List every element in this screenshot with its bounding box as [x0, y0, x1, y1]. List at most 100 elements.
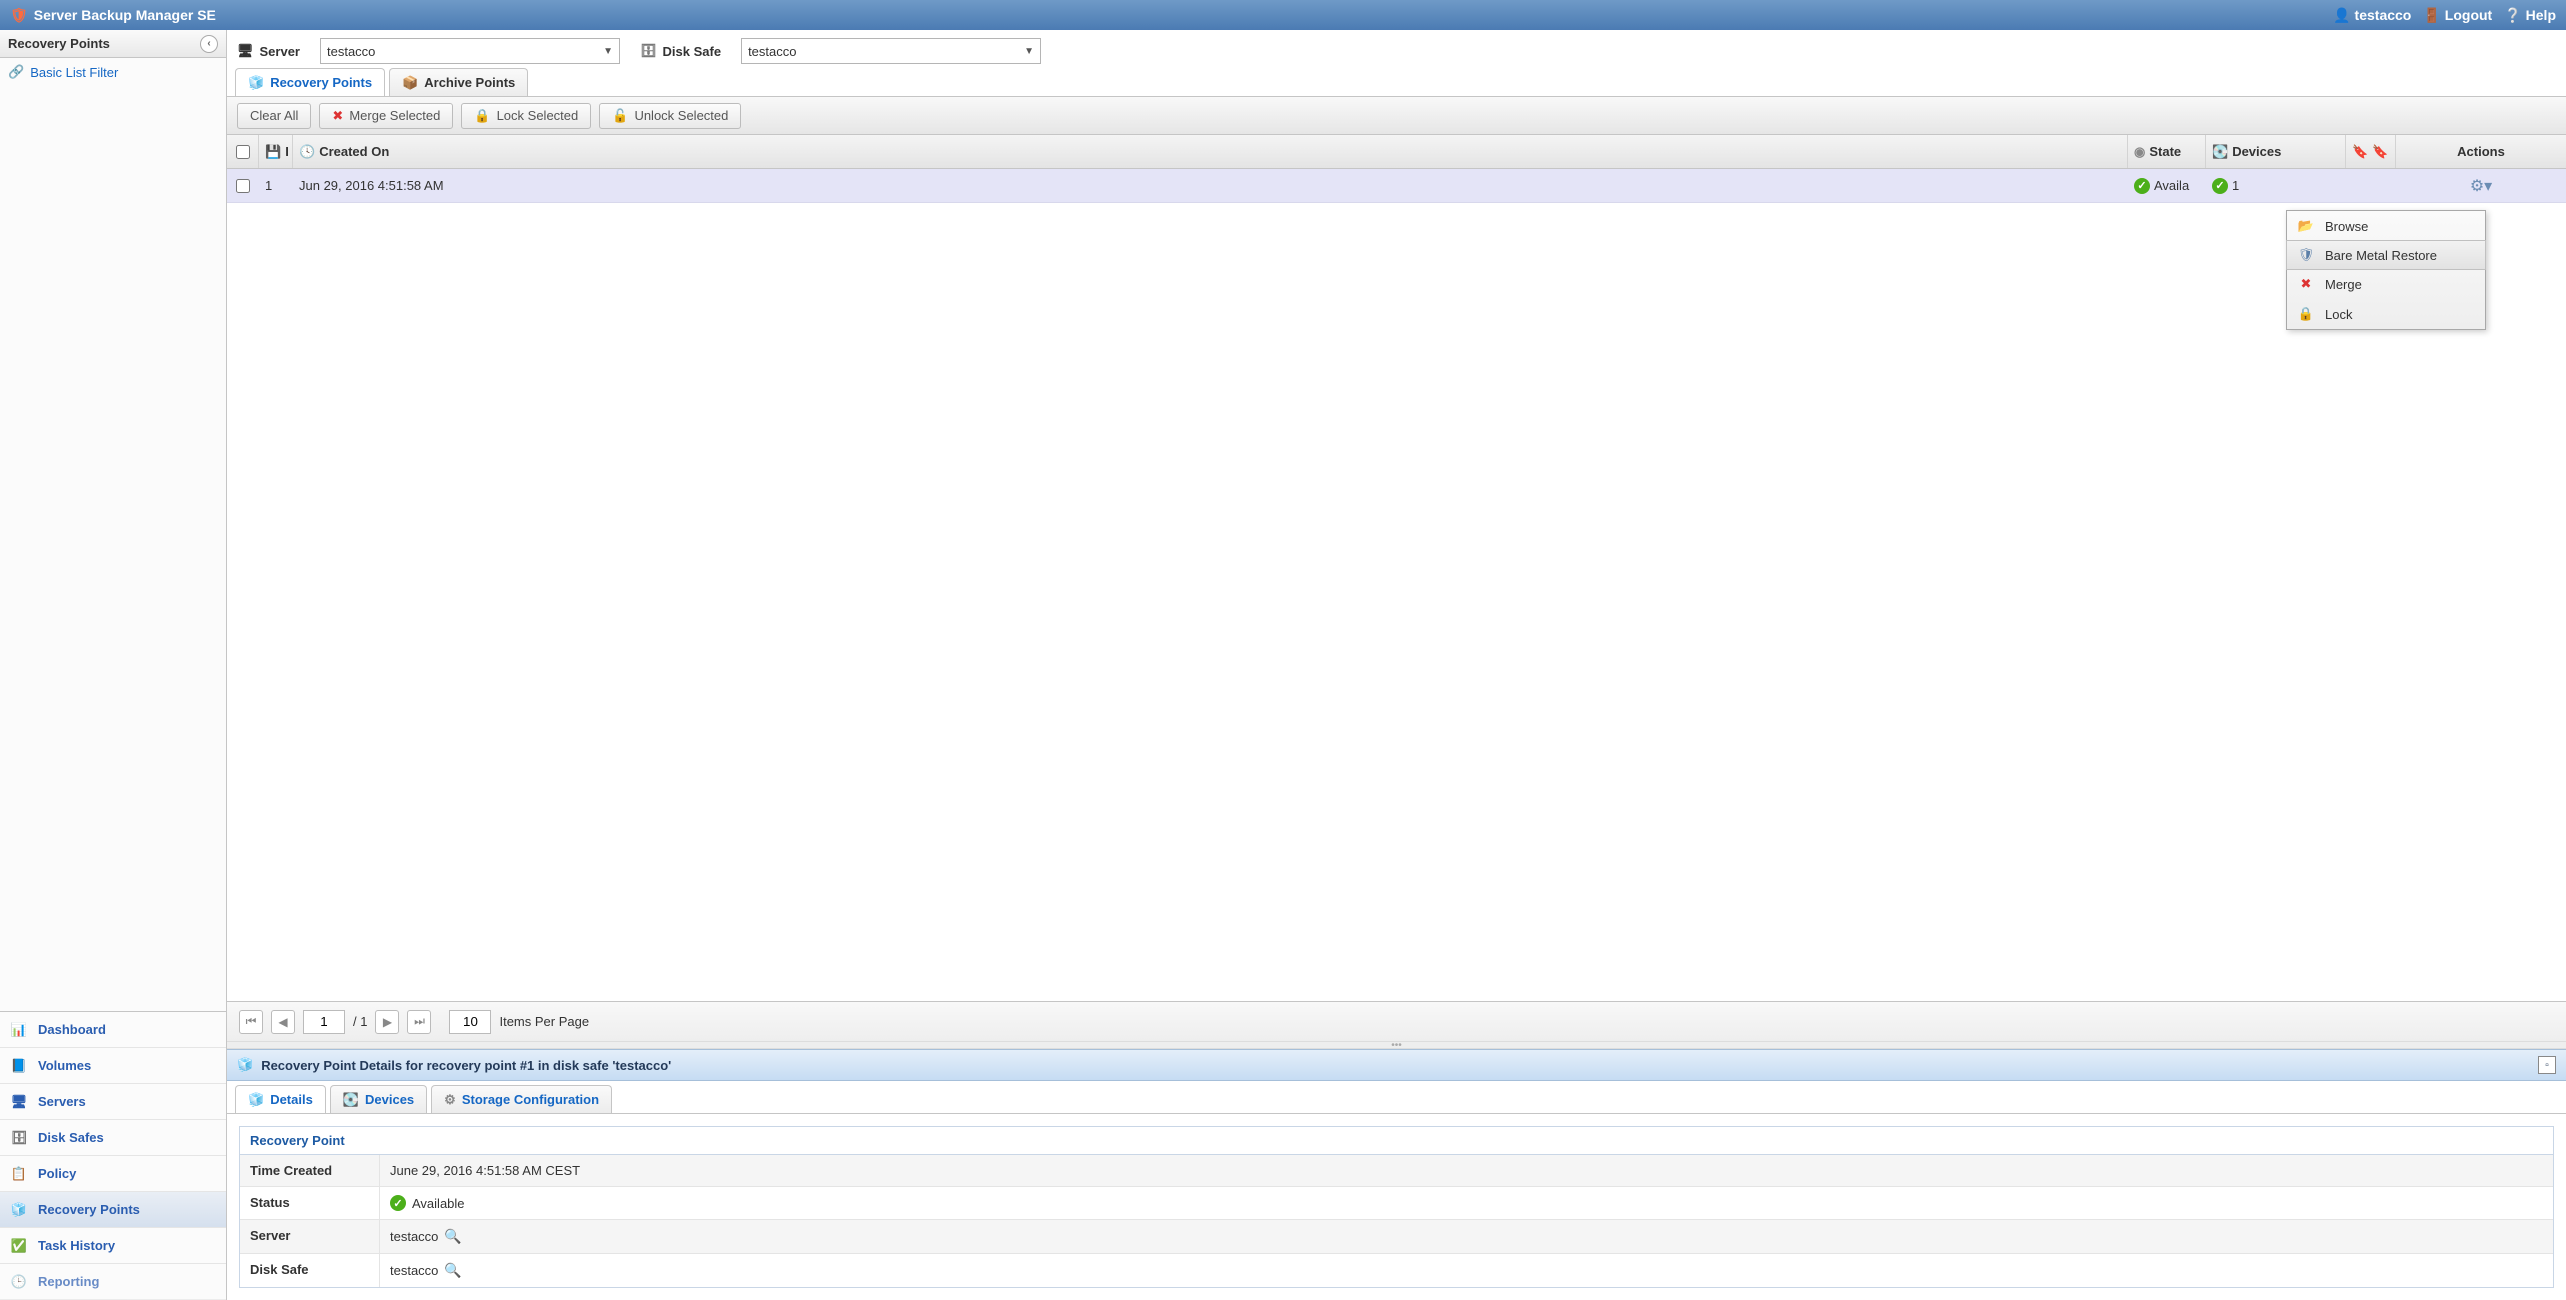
basic-list-filter-link[interactable]: 🔗 Basic List Filter: [0, 58, 226, 86]
col-state[interactable]: State: [2149, 144, 2181, 159]
state-icon: ◉: [2134, 144, 2145, 160]
row-created: Jun 29, 2016 4:51:58 AM: [299, 178, 444, 193]
nav-servers[interactable]: 🖥Servers: [0, 1084, 226, 1120]
book-icon: 📘: [8, 1055, 30, 1077]
select-all-checkbox[interactable]: [236, 145, 250, 159]
sidebar-nav: 📊Dashboard 📘Volumes 🖥Servers 🗄Disk Safes…: [0, 1011, 226, 1300]
flag2-icon: 🔖: [2372, 144, 2388, 160]
disk-icon: 💾: [265, 144, 281, 160]
row-devices: 1: [2232, 178, 2239, 193]
nav-policy[interactable]: 📋Policy: [0, 1156, 226, 1192]
browse-icon: 📂: [2297, 218, 2315, 234]
safe-icon: 🗄: [8, 1127, 30, 1149]
unlock-icon: 🔓: [612, 108, 628, 124]
tab-details[interactable]: 🧊Details: [235, 1085, 326, 1113]
clipboard-icon: 📋: [8, 1163, 30, 1185]
logout-link[interactable]: 🚪Logout: [2423, 7, 2492, 24]
server-small-icon: 🖥: [237, 43, 254, 59]
row-index: 1: [265, 178, 272, 193]
detail-row-disksafe: Disk Safe testacco🔍: [240, 1254, 2553, 1287]
grid-body: 1 Jun 29, 2016 4:51:58 AM ✓Availa ✓1 ⚙▾: [227, 169, 2566, 1001]
context-lock[interactable]: 🔒Lock: [2287, 299, 2485, 329]
grid-row[interactable]: 1 Jun 29, 2016 4:51:58 AM ✓Availa ✓1 ⚙▾: [227, 169, 2566, 203]
lock-selected-button[interactable]: 🔒Lock Selected: [461, 103, 591, 129]
toolbar: Clear All ✖Merge Selected 🔒Lock Selected…: [227, 97, 2566, 135]
app-title: Server Backup Manager SE: [34, 7, 216, 23]
detail-tabs: 🧊Details 💽Devices ⚙Storage Configuration: [227, 1081, 2566, 1114]
details-panel: Recovery Point Time Created June 29, 201…: [227, 1114, 2566, 1300]
nav-recovery-points[interactable]: 🧊Recovery Points: [0, 1192, 226, 1228]
nav-task-history[interactable]: ✅Task History: [0, 1228, 226, 1264]
magnifier-icon[interactable]: 🔍: [444, 1228, 461, 1245]
lock-icon: 🔒: [474, 108, 490, 124]
nav-reporting[interactable]: 🕒Reporting: [0, 1264, 226, 1300]
next-page-button[interactable]: ▶: [375, 1010, 399, 1034]
row-actions-gear-icon[interactable]: ⚙▾: [2470, 176, 2492, 196]
prev-page-button[interactable]: ◀: [271, 1010, 295, 1034]
col-devices[interactable]: Devices: [2232, 144, 2281, 159]
server-icon: 🖥: [8, 1091, 30, 1113]
help-link[interactable]: ❔Help: [2504, 7, 2556, 24]
sidebar: Recovery Points ‹ 🔗 Basic List Filter 📊D…: [0, 30, 227, 1300]
merge-icon: ✖: [2297, 276, 2315, 292]
detail-row-server: Server testacco🔍: [240, 1220, 2553, 1254]
gear-icon: ⚙: [444, 1092, 456, 1108]
context-merge[interactable]: ✖Merge: [2287, 269, 2485, 299]
first-page-button[interactable]: ⏮: [239, 1010, 263, 1034]
check-icon: ✓: [2212, 178, 2228, 194]
merge-selected-button[interactable]: ✖Merge Selected: [319, 103, 453, 129]
nav-disksafes[interactable]: 🗄Disk Safes: [0, 1120, 226, 1156]
last-page-button[interactable]: ⏭: [407, 1010, 431, 1034]
row-select-checkbox[interactable]: [236, 179, 250, 193]
disksafe-small-icon: 🗄: [640, 43, 657, 59]
main-tabs: 🧊Recovery Points 📦Archive Points: [227, 68, 2566, 97]
user-icon: 👤: [2333, 7, 2350, 24]
details-heading: Recovery Point: [240, 1127, 2553, 1155]
splitter-handle[interactable]: •••: [227, 1041, 2566, 1049]
disksafe-filter-label: 🗄Disk Safe: [640, 43, 721, 59]
checklist-icon: ✅: [8, 1235, 30, 1257]
door-icon: 🚪: [2423, 7, 2440, 24]
context-browse[interactable]: 📂Browse: [2287, 211, 2485, 241]
devices-icon: 💽: [343, 1092, 359, 1108]
items-per-page-input[interactable]: [449, 1010, 491, 1034]
items-per-page-label: Items Per Page: [499, 1014, 589, 1029]
tab-storage-config[interactable]: ⚙Storage Configuration: [431, 1085, 612, 1113]
restore-icon: 🛡: [2297, 247, 2315, 263]
detail-row-status: Status ✓Available: [240, 1187, 2553, 1220]
server-filter-combo[interactable]: testacco▼: [320, 38, 620, 64]
sidebar-title: Recovery Points: [8, 36, 110, 51]
unlock-selected-button[interactable]: 🔓Unlock Selected: [599, 103, 741, 129]
cubes-icon: 🧊: [8, 1199, 30, 1221]
collapse-sidebar-button[interactable]: ‹: [200, 35, 218, 53]
magnifier-icon[interactable]: 🔍: [444, 1262, 461, 1279]
clear-all-button[interactable]: Clear All: [237, 103, 311, 129]
context-menu: 📂Browse 🛡Bare Metal Restore ✖Merge 🔒Lock: [2286, 210, 2486, 330]
app-header: 🛡 Server Backup Manager SE 👤testacco 🚪Lo…: [0, 0, 2566, 30]
content-area: 🖥Server testacco▼ 🗄Disk Safe testacco▼ 🧊…: [227, 30, 2566, 1300]
archive-icon: 📦: [402, 75, 418, 91]
minimize-panel-button[interactable]: ▫: [2538, 1056, 2556, 1074]
sidebar-header: Recovery Points ‹: [0, 30, 226, 58]
cube-icon: 🧊: [237, 1057, 253, 1073]
page-input[interactable]: [303, 1010, 345, 1034]
cube-icon: 🧊: [248, 1092, 264, 1108]
context-bare-metal-restore[interactable]: 🛡Bare Metal Restore: [2286, 240, 2486, 270]
filter-bar: 🖥Server testacco▼ 🗄Disk Safe testacco▼: [227, 30, 2566, 68]
tab-recovery-points[interactable]: 🧊Recovery Points: [235, 68, 385, 96]
nav-dashboard[interactable]: 📊Dashboard: [0, 1012, 226, 1048]
lock-icon: 🔒: [2297, 306, 2315, 322]
row-state: Availa: [2154, 178, 2189, 193]
user-link[interactable]: 👤testacco: [2333, 7, 2411, 24]
chevron-down-icon: ▼: [1024, 46, 1034, 57]
col-created[interactable]: Created On: [319, 144, 389, 159]
disksafe-filter-combo[interactable]: testacco▼: [741, 38, 1041, 64]
cubes-icon: 🧊: [248, 75, 264, 91]
tab-archive-points[interactable]: 📦Archive Points: [389, 68, 528, 96]
help-icon: ❔: [2504, 7, 2521, 24]
tab-devices[interactable]: 💽Devices: [330, 1085, 427, 1113]
gauge-icon: 📊: [8, 1019, 30, 1041]
nav-volumes[interactable]: 📘Volumes: [0, 1048, 226, 1084]
merge-icon: ✖: [332, 108, 343, 124]
chevron-down-icon: ▼: [603, 46, 613, 57]
